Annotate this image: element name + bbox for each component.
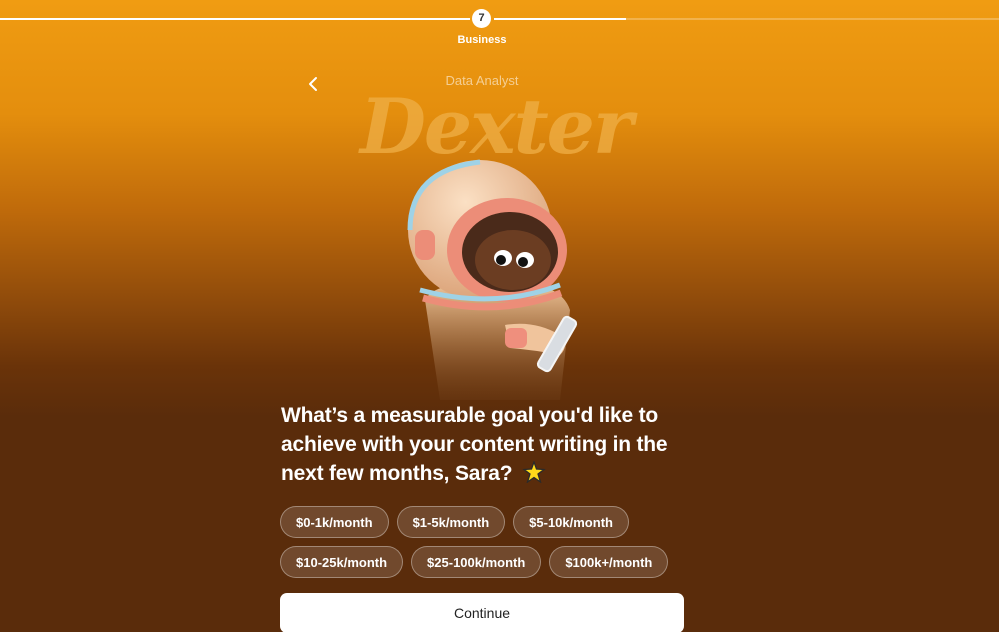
options-row-2: $10-25k/month $25-100k/month $100k+/mont…: [280, 546, 700, 578]
chevron-left-icon: [307, 76, 319, 97]
progress-bar-completed: [0, 18, 470, 20]
continue-button[interactable]: Continue: [280, 593, 684, 632]
options-row-1: $0-1k/month $1-5k/month $5-10k/month: [280, 506, 700, 538]
question-text: What’s a measurable goal you'd like to a…: [281, 401, 701, 491]
step-label: Business: [457, 34, 507, 46]
progress-bar-remaining: [626, 18, 999, 20]
progress-bar-current: [494, 18, 626, 20]
goal-options: $0-1k/month $1-5k/month $5-10k/month $10…: [280, 506, 700, 586]
option-chip[interactable]: $10-25k/month: [280, 546, 404, 578]
option-chip[interactable]: $25-100k/month: [411, 546, 542, 578]
back-button[interactable]: [300, 74, 326, 98]
astronaut-avatar: [385, 150, 615, 400]
option-chip[interactable]: $100k+/month: [549, 546, 669, 578]
sparkle-star-icon: [522, 460, 546, 491]
option-chip[interactable]: $1-5k/month: [396, 506, 506, 538]
step-indicator: 7: [472, 9, 491, 28]
question-label: What’s a measurable goal you'd like to a…: [281, 404, 668, 485]
option-chip[interactable]: $0-1k/month: [280, 506, 389, 538]
option-chip[interactable]: $5-10k/month: [513, 506, 629, 538]
